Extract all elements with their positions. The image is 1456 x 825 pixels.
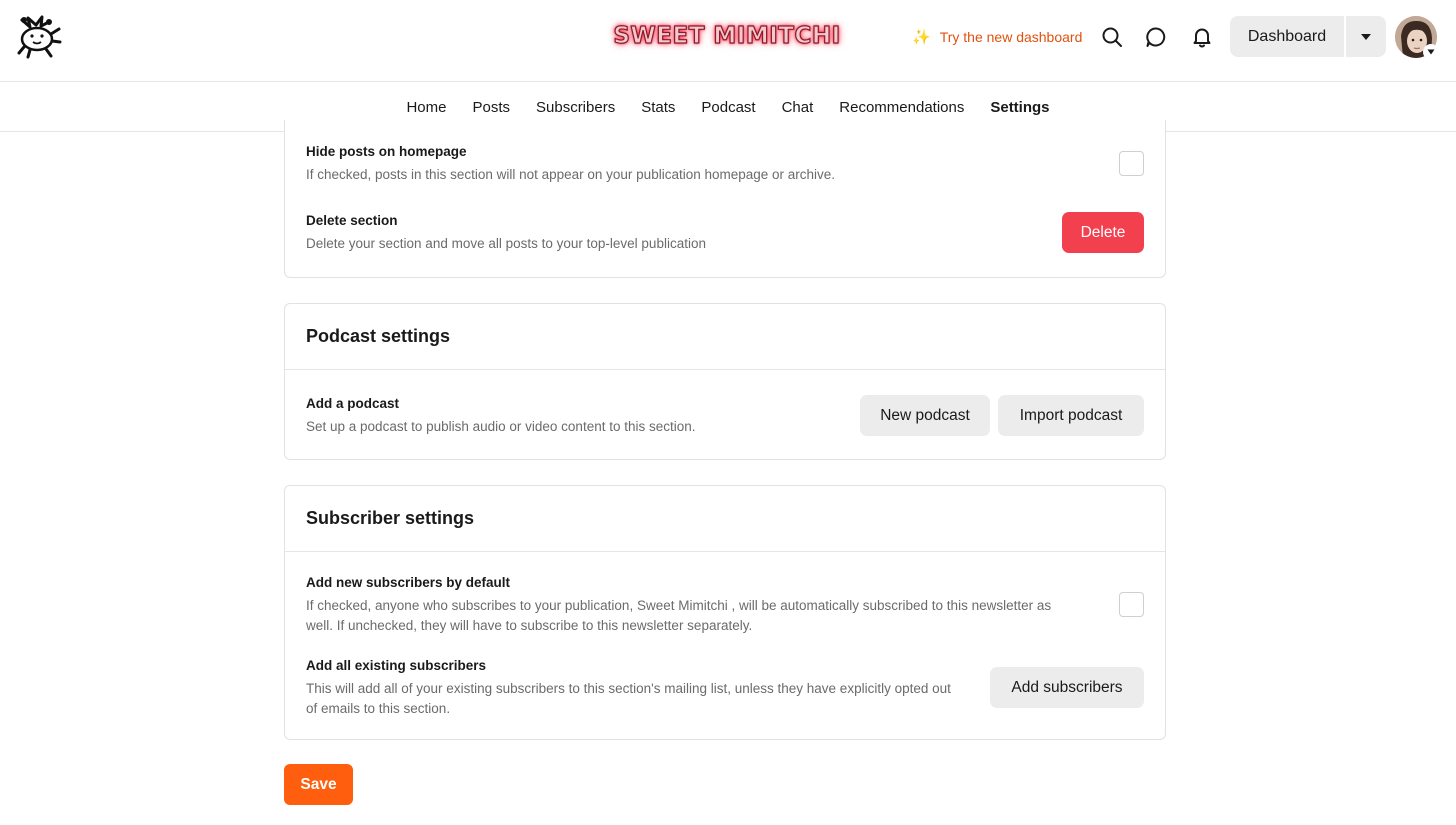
avatar-menu-caret-icon[interactable] (1423, 44, 1439, 60)
add-new-subscribers-checkbox[interactable] (1119, 592, 1144, 617)
chat-bubble-icon[interactable] (1143, 24, 1169, 50)
mascot-logo-icon[interactable] (16, 14, 62, 60)
bell-icon[interactable] (1189, 24, 1215, 50)
podcast-settings-card: Podcast settings Add a podcast Set up a … (284, 303, 1166, 460)
delete-button-label: Delete (1080, 223, 1126, 241)
caret-down-icon (1360, 28, 1372, 46)
delete-section-button[interactable]: Delete (1062, 212, 1144, 253)
publication-name: SWEET MIMITCHI (613, 22, 841, 49)
section-settings-card: Hide posts on homepage If checked, posts… (284, 120, 1166, 278)
dashboard-menu-button[interactable] (1346, 16, 1386, 57)
delete-section-description: Delete your section and move all posts t… (306, 236, 706, 251)
add-existing-subscribers-description: This will add all of your existing subsc… (306, 681, 951, 716)
delete-section-row: Delete section Delete your section and m… (306, 213, 1144, 254)
publication-logo[interactable]: SWEET MIMITCHI (613, 18, 841, 54)
hide-posts-row: Hide posts on homepage If checked, posts… (306, 144, 1144, 185)
add-subscribers-label: Add subscribers (1011, 678, 1123, 696)
hide-posts-checkbox[interactable] (1119, 151, 1144, 176)
add-new-subscribers-title: Add new subscribers by default (306, 575, 511, 590)
try-new-dashboard-label: Try the new dashboard (939, 29, 1083, 45)
subscriber-settings-heading: Subscriber settings (285, 486, 1165, 552)
podcast-settings-heading: Podcast settings (285, 304, 1165, 370)
top-header: SWEET MIMITCHI ✨ Try the new dashboard D… (0, 0, 1456, 82)
new-podcast-button[interactable]: New podcast (860, 395, 990, 436)
save-button[interactable]: Save (284, 764, 353, 805)
subscriber-settings-card: Subscriber settings Add new subscribers … (284, 485, 1166, 740)
delete-section-title: Delete section (306, 213, 398, 228)
add-subscribers-button[interactable]: Add subscribers (990, 667, 1144, 708)
add-existing-subscribers-title: Add all existing subscribers (306, 658, 487, 673)
import-podcast-button[interactable]: Import podcast (998, 395, 1144, 436)
add-new-subscribers-row: Add new subscribers by default If checke… (306, 575, 1075, 636)
import-podcast-label: Import podcast (1019, 406, 1123, 424)
dashboard-label: Dashboard (1247, 27, 1327, 45)
hide-posts-description: If checked, posts in this section will n… (306, 167, 836, 182)
search-icon[interactable] (1099, 24, 1125, 50)
dashboard-button[interactable]: Dashboard (1230, 16, 1344, 57)
save-label: Save (300, 775, 337, 793)
new-podcast-label: New podcast (880, 406, 970, 424)
add-existing-subscribers-row: Add all existing subscribers This will a… (306, 658, 955, 719)
try-new-dashboard-link[interactable]: ✨ Try the new dashboard (912, 27, 1082, 47)
add-new-subscribers-description: If checked, anyone who subscribes to you… (306, 598, 1052, 633)
sparkles-icon: ✨ (912, 29, 931, 46)
hide-posts-title: Hide posts on homepage (306, 144, 467, 159)
